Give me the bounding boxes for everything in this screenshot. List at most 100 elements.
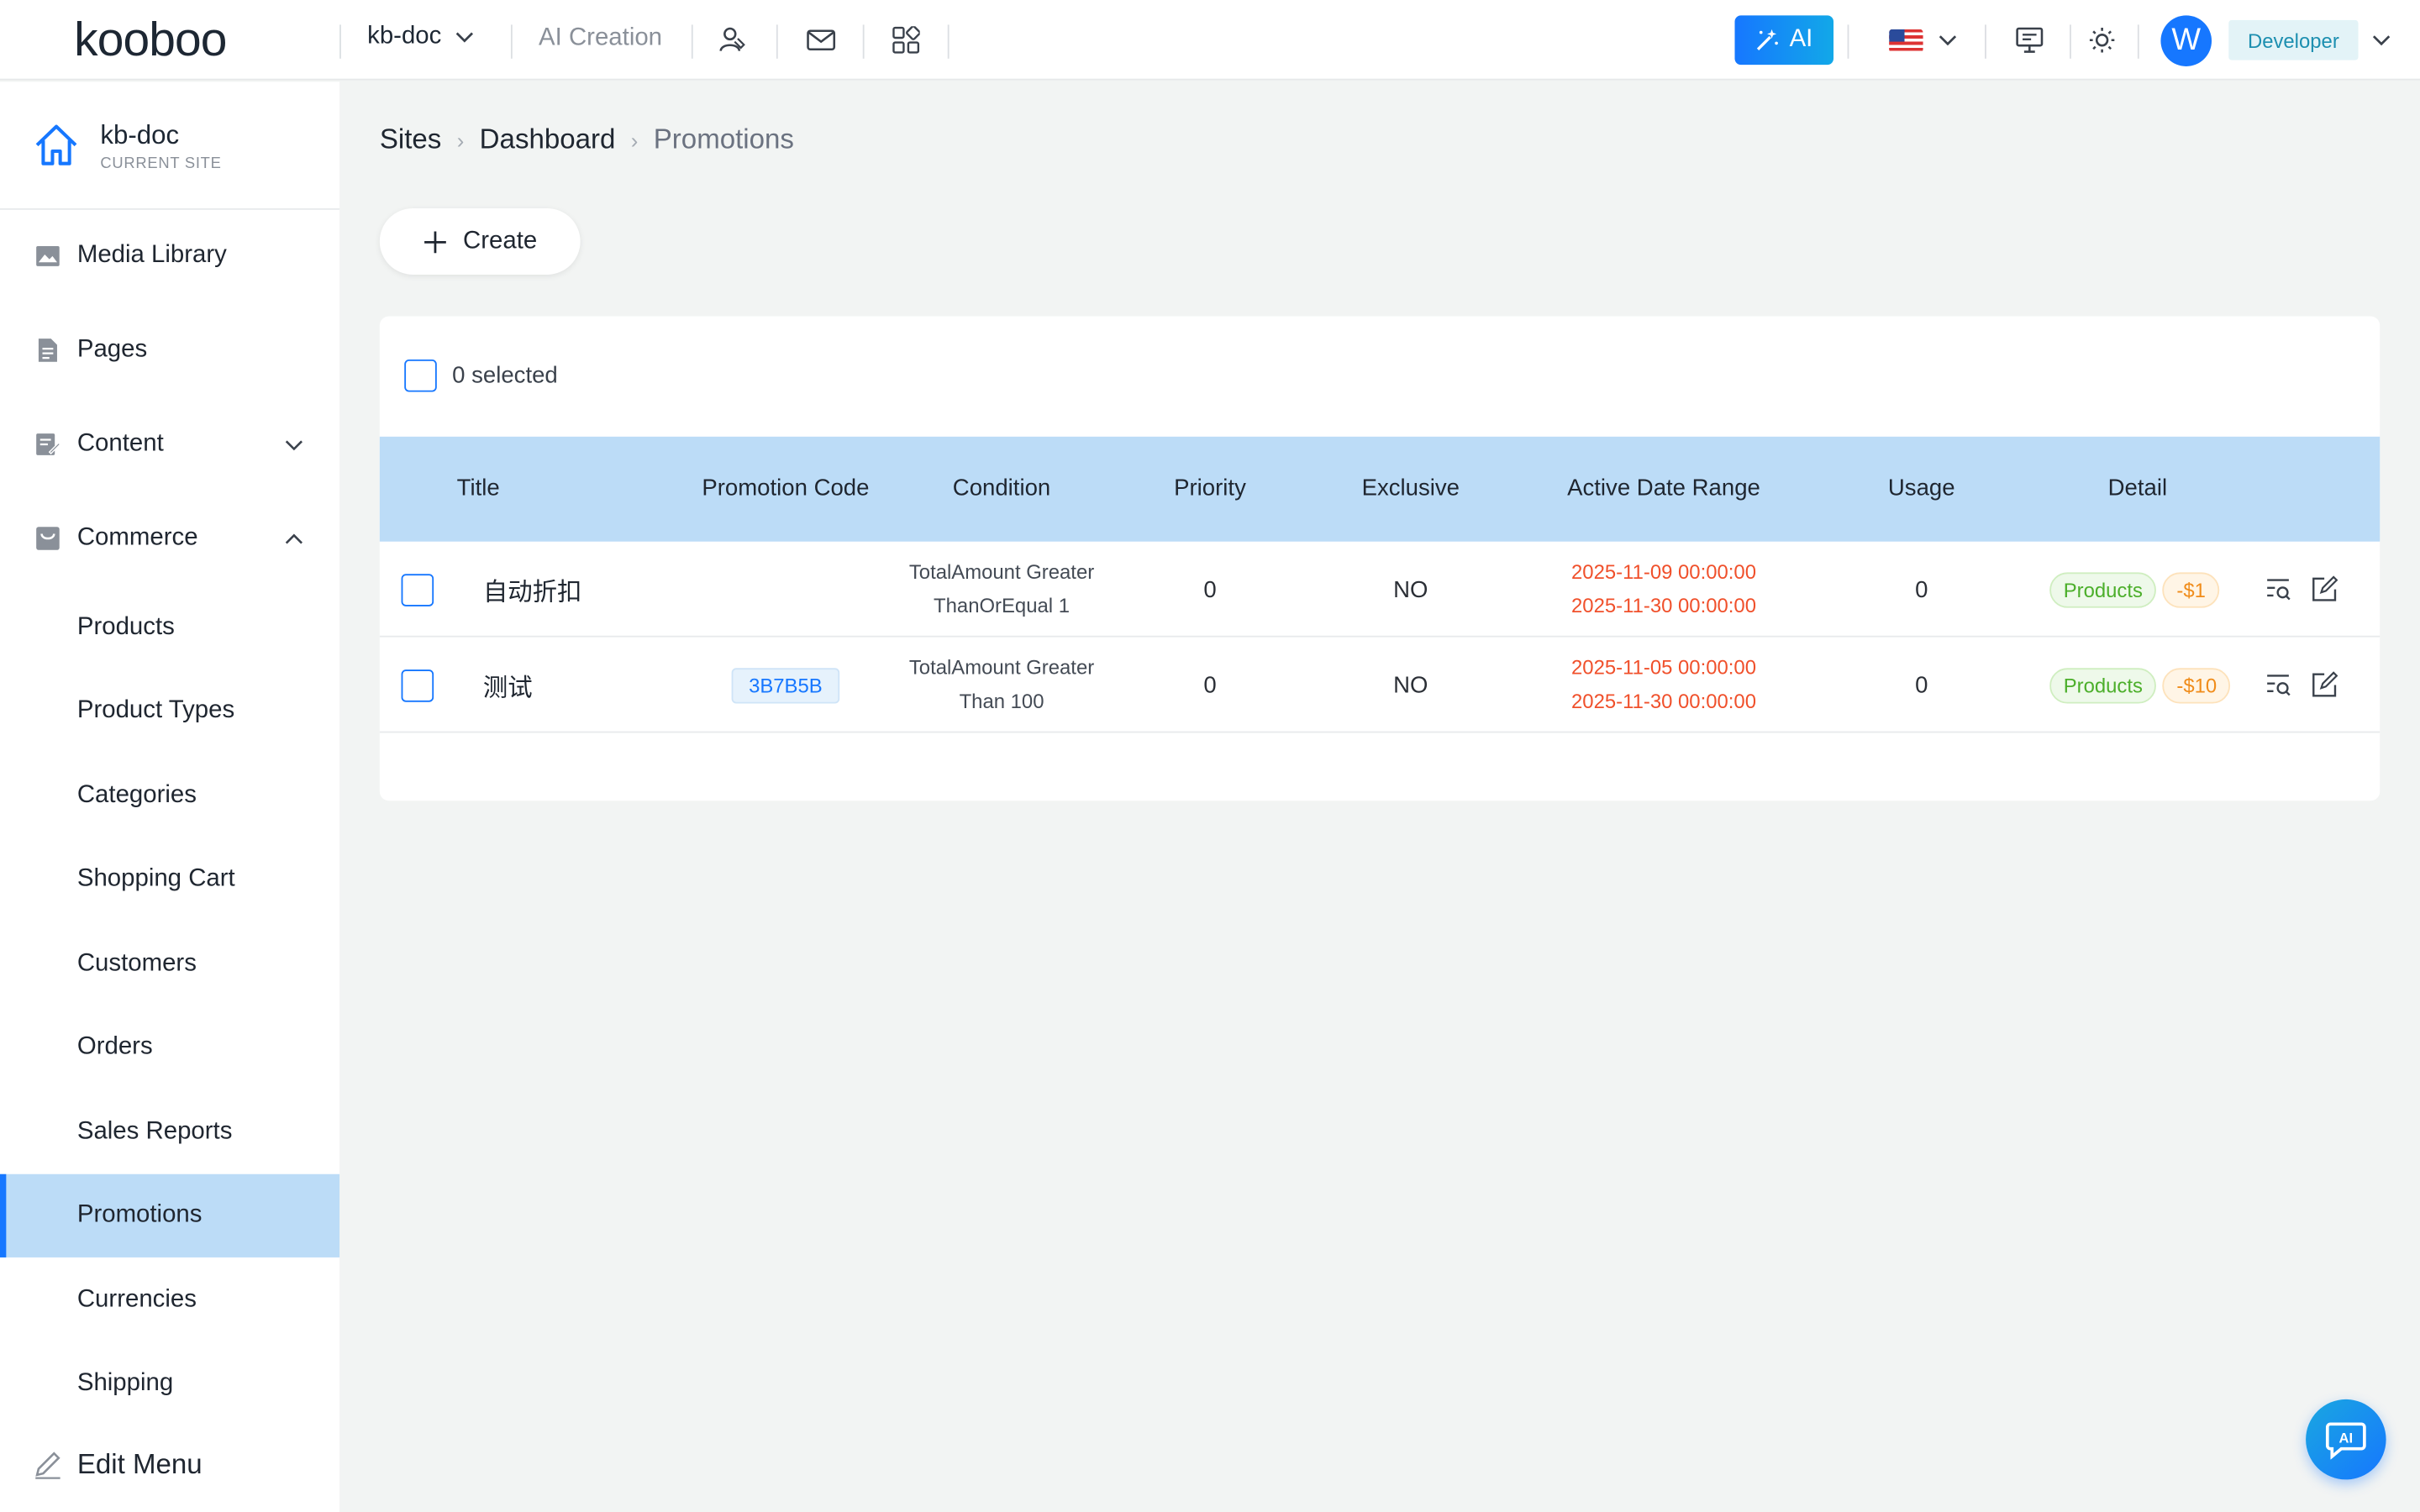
active-date-range: 2025-11-05 00:00:00 2025-11-30 00:00:00 <box>1571 651 1756 719</box>
divider <box>339 24 341 59</box>
ai-chat-icon-label: AI <box>2339 1430 2354 1446</box>
edit-document-icon <box>36 433 60 455</box>
ai-assistant-button[interactable]: AI <box>2306 1399 2386 1480</box>
view-details-icon[interactable] <box>2264 671 2291 699</box>
sidebar-item-sales-reports[interactable]: Sales Reports <box>0 1091 339 1174</box>
sidebar-item-commerce[interactable]: Commerce <box>0 496 339 580</box>
breadcrumb-separator: › <box>630 127 639 152</box>
divider <box>1847 24 1849 59</box>
kooboo-logo[interactable]: kooboo <box>74 14 227 65</box>
select-all-checkbox[interactable] <box>404 359 437 392</box>
column-header-detail[interactable]: Detail <box>2060 437 2215 542</box>
column-header-promotion-code[interactable]: Promotion Code <box>693 437 878 542</box>
promotion-exclusive: NO <box>1393 671 1428 699</box>
table-row[interactable]: 自动折扣 TotalAmount GreaterThanOrEqual 1 0 … <box>379 542 2381 638</box>
promotion-condition: TotalAmount GreaterThanOrEqual 1 <box>908 559 1095 617</box>
sidebar-item-label: Promotions <box>76 1201 203 1229</box>
site-switcher[interactable]: kb-doc <box>367 24 476 51</box>
active-date-range: 2025-11-09 00:00:00 2025-11-30 00:00:00 <box>1571 555 1756 623</box>
sidebar-item-promotions[interactable]: Promotions <box>0 1173 340 1257</box>
select-all: 0 selected <box>404 359 558 392</box>
sidebar-item-categories[interactable]: Categories <box>0 754 339 837</box>
top-bar: kooboo kb-doc AI Creation AI W Developer <box>0 0 2420 81</box>
sidebar-item-shopping-cart[interactable]: Shopping Cart <box>0 837 339 921</box>
breadcrumb: Sites › Dashboard › Promotions <box>380 123 794 156</box>
sidebar-item-customers[interactable]: Customers <box>0 922 339 1005</box>
ai-chat-icon: AI <box>2325 1422 2366 1460</box>
date-start: 2025-11-09 00:00:00 <box>1571 559 1756 584</box>
sidebar-item-shipping[interactable]: Shipping <box>0 1342 339 1425</box>
page-icon <box>38 339 57 362</box>
divider <box>947 24 950 59</box>
sidebar-item-pages[interactable]: Pages <box>0 308 339 391</box>
sidebar-item-content[interactable]: Content <box>0 402 339 486</box>
promotion-code: 3B7B5B <box>731 667 839 703</box>
sidebar: kb-doc CURRENT SITE Media Library Pages … <box>0 81 340 1512</box>
detail-discount-tag: -$1 <box>2162 571 2220 607</box>
chevron-down-icon <box>285 440 302 451</box>
create-button[interactable]: Create <box>379 207 581 275</box>
presentation-icon[interactable] <box>2011 22 2048 59</box>
table-header: Title Promotion Code Condition Priority … <box>379 436 2381 542</box>
divider <box>691 24 693 59</box>
breadcrumb-sites[interactable]: Sites <box>380 123 442 156</box>
edit-icon[interactable] <box>2311 575 2338 603</box>
column-header-active-date-range[interactable]: Active Date Range <box>1540 437 1787 542</box>
current-site[interactable]: kb-doc CURRENT SITE <box>0 81 340 210</box>
role-badge[interactable]: Developer <box>2228 19 2359 60</box>
ai-button[interactable]: AI <box>1734 15 1834 66</box>
divider <box>862 24 865 59</box>
sidebar-item-label: Customers <box>76 950 197 977</box>
sidebar-item-label: Content <box>76 430 164 457</box>
breadcrumb-current: Promotions <box>653 123 794 155</box>
divider <box>1985 24 1986 59</box>
date-start: 2025-11-05 00:00:00 <box>1571 655 1756 680</box>
row-checkbox[interactable] <box>400 573 434 606</box>
edit-menu-button[interactable]: Edit Menu <box>0 1422 339 1505</box>
column-header-priority[interactable]: Priority <box>1133 437 1287 542</box>
sidebar-item-label: Shopping Cart <box>76 865 235 892</box>
promotions-table-card: 0 selected Title Promotion Code Conditio… <box>379 316 2381 801</box>
table-row[interactable]: 测试 3B7B5B TotalAmount GreaterThan 100 0 … <box>379 638 2381 733</box>
promotion-title: 测试 <box>482 675 533 702</box>
divider <box>776 24 778 59</box>
divider <box>2137 24 2139 59</box>
sidebar-item-products[interactable]: Products <box>0 586 339 669</box>
detail-discount-tag: -$10 <box>2162 667 2231 703</box>
users-icon[interactable] <box>714 22 751 59</box>
us-flag-icon[interactable] <box>1889 29 1923 53</box>
pencil-icon <box>35 1452 60 1479</box>
language-chevron-down-icon[interactable] <box>1929 22 1966 59</box>
site-switcher-label: kb-doc <box>367 23 442 50</box>
sidebar-item-label: Sales Reports <box>76 1118 233 1145</box>
edit-menu-label: Edit Menu <box>76 1447 203 1479</box>
promotion-usage: 0 <box>1915 671 1928 699</box>
column-header-condition[interactable]: Condition <box>909 437 1094 542</box>
ai-creation-link[interactable]: AI Creation <box>539 24 662 52</box>
chevron-up-icon <box>285 533 302 544</box>
divider <box>2070 24 2071 59</box>
sidebar-item-label: Currencies <box>76 1286 197 1314</box>
view-details-icon[interactable] <box>2264 575 2291 603</box>
theme-sun-icon[interactable] <box>2084 22 2121 59</box>
sidebar-item-currencies[interactable]: Currencies <box>0 1259 339 1342</box>
avatar[interactable]: W <box>2160 15 2212 66</box>
user-menu-chevron-down-icon[interactable] <box>2363 22 2400 59</box>
sidebar-item-label: Commerce <box>76 524 198 551</box>
sidebar-item-media-library[interactable]: Media Library <box>0 214 339 297</box>
column-header-title[interactable]: Title <box>457 437 596 542</box>
column-header-usage[interactable]: Usage <box>1844 437 1999 542</box>
sidebar-item-orders[interactable]: Orders <box>0 1006 339 1089</box>
breadcrumb-dashboard[interactable]: Dashboard <box>480 123 616 156</box>
mail-icon[interactable] <box>802 22 839 59</box>
row-checkbox[interactable] <box>400 669 434 701</box>
current-site-name: kb-doc <box>100 120 180 150</box>
promotion-priority: 0 <box>1203 576 1217 603</box>
chevron-down-icon <box>455 32 474 43</box>
apps-grid-icon[interactable] <box>887 22 924 59</box>
edit-icon[interactable] <box>2311 671 2338 699</box>
column-header-exclusive[interactable]: Exclusive <box>1334 437 1488 542</box>
sidebar-item-product-types[interactable]: Product Types <box>0 669 339 753</box>
sidebar-item-label: Shipping <box>76 1370 174 1397</box>
store-icon <box>36 527 60 550</box>
